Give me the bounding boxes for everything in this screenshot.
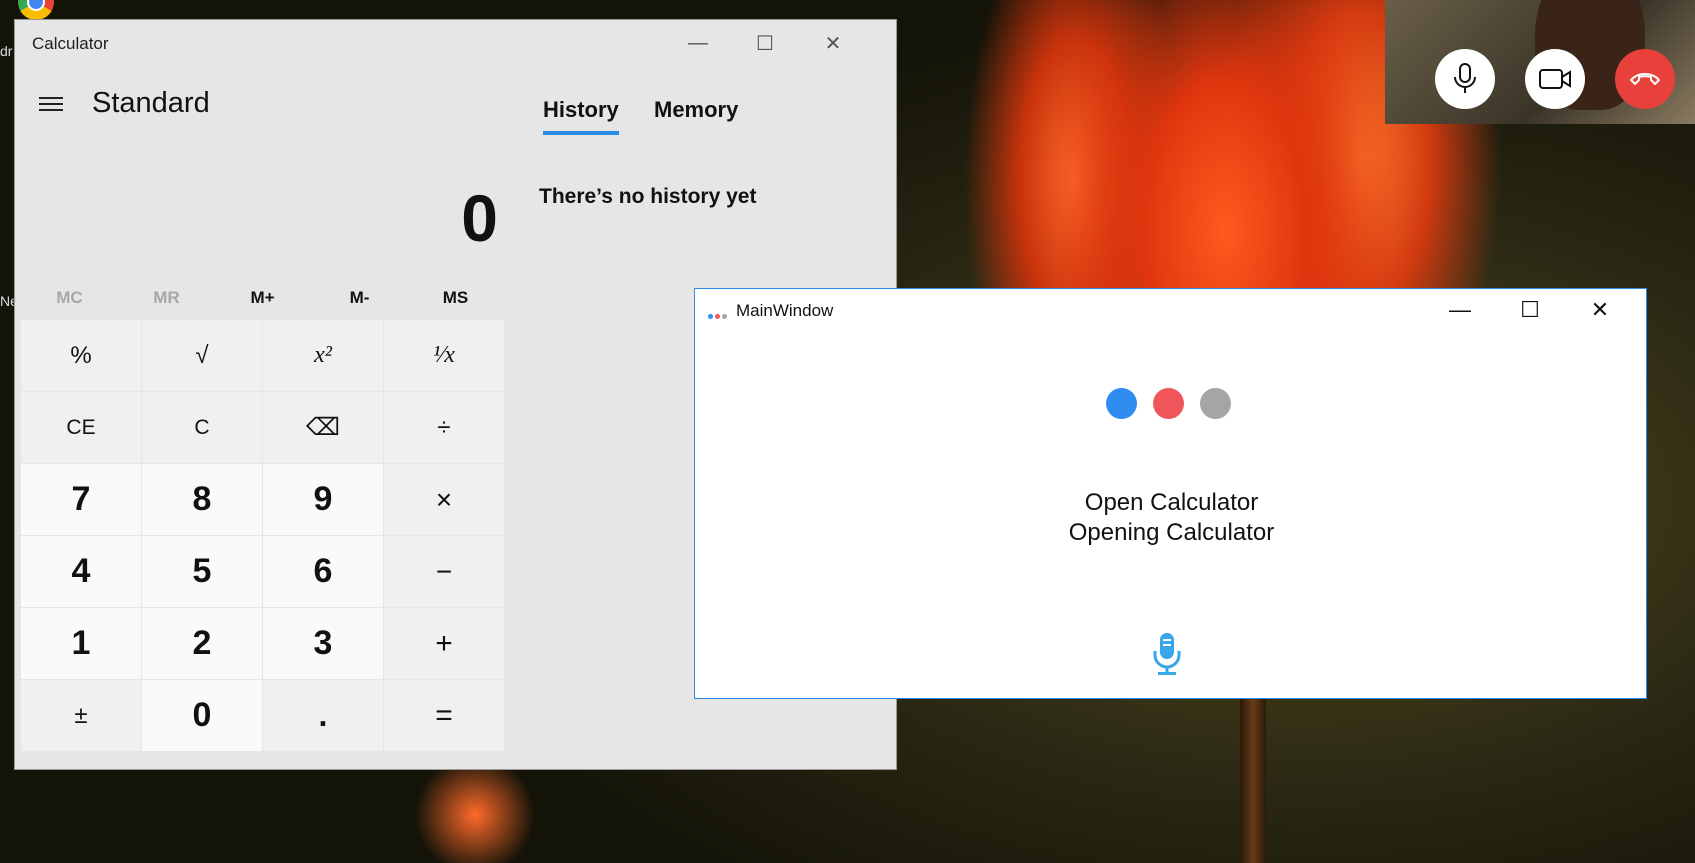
digit-8-button[interactable]: 8 [142,464,262,535]
end-call-button[interactable] [1615,49,1675,109]
digit-3-button[interactable]: 3 [263,608,383,679]
memory-row: MC MR M+ M- MS [20,288,514,318]
app-logo-icon [708,306,730,319]
history-empty-message: There’s no history yet [539,185,757,208]
minimize-button[interactable]: — [1437,289,1483,331]
reciprocal-button[interactable]: ¹⁄x [384,320,504,391]
tab-memory[interactable]: Memory [654,97,738,123]
response-text: Opening Calculator [1068,519,1275,546]
hang-up-icon [1630,73,1660,85]
hamburger-menu-icon[interactable] [39,97,63,111]
backspace-button[interactable]: ⌫ [263,392,383,463]
equals-button[interactable]: = [384,680,504,751]
digit-5-button[interactable]: 5 [142,536,262,607]
command-text: Open Calculator [1084,489,1259,516]
active-tab-indicator [543,131,619,135]
digit-1-button[interactable]: 1 [21,608,141,679]
video-call-overlay [1385,0,1695,124]
memory-subtract-button[interactable]: M- [310,288,409,308]
memory-clear-button[interactable]: MC [20,288,119,308]
microphone-icon [1153,633,1181,675]
digit-7-button[interactable]: 7 [21,464,141,535]
divide-button[interactable]: ÷ [384,392,504,463]
maximize-button[interactable]: ☐ [1507,289,1553,331]
microphone-button[interactable] [1151,631,1183,682]
mode-title: Standard [92,87,210,119]
add-button[interactable]: + [384,608,504,679]
minimize-button[interactable]: — [675,20,721,66]
window-title: Calculator [32,34,109,53]
status-dot-gray [1200,388,1231,419]
digit-9-button[interactable]: 9 [263,464,383,535]
toggle-video-button[interactable] [1525,49,1585,109]
memory-add-button[interactable]: M+ [213,288,312,308]
status-dot-red [1153,388,1184,419]
close-button[interactable]: ✕ [1577,289,1623,331]
window-title: MainWindow [736,301,834,320]
maximize-button[interactable]: ☐ [742,20,788,66]
square-root-button[interactable]: √ [142,320,262,391]
memory-store-button[interactable]: MS [406,288,505,308]
memory-recall-button[interactable]: MR [117,288,216,308]
clear-button[interactable]: C [142,392,262,463]
multiply-button[interactable]: × [384,464,504,535]
status-dot-blue [1106,388,1137,419]
assistant-window: MainWindow — ☐ ✕ Open Calculator Opening… [694,288,1647,699]
digit-0-button[interactable]: 0 [142,680,262,751]
square-button[interactable]: x² [263,320,383,391]
percent-button[interactable]: % [21,320,141,391]
backspace-icon: ⌫ [306,414,340,441]
clear-entry-button[interactable]: CE [21,392,141,463]
digit-4-button[interactable]: 4 [21,536,141,607]
close-button[interactable]: ✕ [810,20,856,66]
decimal-button[interactable]: . [263,680,383,751]
desktop-icon-label[interactable]: dr [0,43,12,59]
digit-2-button[interactable]: 2 [142,608,262,679]
chrome-desktop-icon[interactable] [14,0,58,20]
video-camera-icon [1539,69,1571,89]
subtract-button[interactable]: − [384,536,504,607]
digit-6-button[interactable]: 6 [263,536,383,607]
result-display: 0 [461,181,498,255]
microphone-icon [1454,63,1476,93]
tab-history[interactable]: History [543,97,619,123]
mute-microphone-button[interactable] [1435,49,1495,109]
negate-button[interactable]: ± [21,680,141,751]
